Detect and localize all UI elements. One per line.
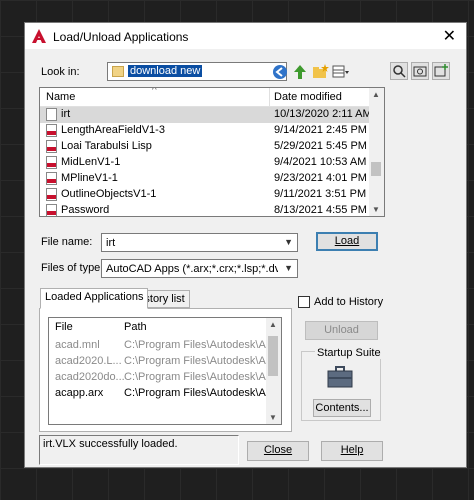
autocad-logo-icon [32,29,46,43]
tab-loaded-applications[interactable]: Loaded Applications [40,288,149,309]
locate-icon[interactable] [411,62,429,80]
chevron-down-icon: ▼ [284,263,293,273]
file-row[interactable]: OutlineObjectsV1-1 9/11/2021 3:51 PM [40,187,370,203]
status-message-box: irt.VLX successfully loaded. [39,435,239,465]
lsp-file-icon [46,140,57,153]
file-list[interactable]: Name ^ Date modified irt 10/13/2020 2:11… [39,87,385,217]
up-one-level-icon[interactable] [291,63,309,81]
lsp-file-icon [46,124,57,137]
scroll-up-icon[interactable]: ▲ [269,320,277,329]
files-of-type-dropdown[interactable]: AutoCAD Apps (*.arx;*.crx;*.lsp;*.dvb;*.… [101,259,298,278]
file-row[interactable]: Loai Tarabulsi Lisp 5/29/2021 5:45 PM [40,139,370,155]
look-in-dropdown[interactable]: download new ▼ [107,62,287,81]
file-name-label: File name: [41,236,93,248]
add-icon[interactable] [432,62,450,80]
load-button[interactable]: Load [316,232,378,251]
new-folder-icon[interactable] [311,63,329,81]
scroll-up-icon[interactable]: ▲ [372,90,380,99]
lsp-file-icon [46,156,57,169]
lsp-file-icon [46,172,57,185]
loaded-list-header: File Path [49,320,267,336]
scroll-thumb[interactable] [371,162,381,176]
column-path[interactable]: Path [124,321,147,333]
unload-button[interactable]: Unload [305,321,378,340]
vlx-file-icon [46,108,57,121]
list-item[interactable]: acad2020do... C:\Program Files\Autodesk\… [49,370,267,386]
lsp-file-icon [46,188,57,201]
loaded-applications-list[interactable]: File Path acad.mnl C:\Program Files\Auto… [48,317,282,425]
help-button[interactable]: Help [321,441,383,461]
title-bar: Load/Unload Applications ✕ [25,23,466,49]
chevron-down-icon: ▼ [284,237,293,247]
add-to-history-label: Add to History [314,296,384,308]
folder-icon [112,66,124,77]
column-date-modified[interactable]: Date modified [274,91,342,103]
loaded-list-scrollbar[interactable]: ▲ ▼ [266,318,281,424]
file-row[interactable]: MPlineV1-1 9/23/2021 4:01 PM [40,171,370,187]
file-row[interactable]: irt 10/13/2020 2:11 AM [40,107,372,123]
status-message: irt.VLX successfully loaded. [43,438,178,450]
lsp-file-icon [46,204,57,216]
close-window-icon[interactable]: ✕ [443,26,456,46]
briefcase-icon [327,366,353,388]
find-icon[interactable] [390,62,408,80]
files-of-type-value: AutoCAD Apps (*.arx;*.crx;*.lsp;*.dvb;*.… [106,263,278,275]
column-name[interactable]: Name [46,91,75,103]
file-list-header: Name ^ Date modified [40,88,384,107]
file-row[interactable]: Password 8/13/2021 4:55 PM [40,203,370,216]
close-button[interactable]: Close [247,441,309,461]
file-row[interactable]: LengthAreaFieldV1-3 9/14/2021 2:45 PM [40,123,370,139]
view-menu-icon[interactable] [331,63,349,81]
file-row[interactable]: MidLenV1-1 9/4/2021 10:53 AM [40,155,370,171]
scroll-thumb[interactable] [268,336,278,376]
sort-ascending-icon: ^ [152,87,157,96]
file-name-input[interactable]: irt ▼ [101,233,298,252]
list-item[interactable]: acad2020.L... C:\Program Files\Autodesk\… [49,354,267,370]
look-in-value: download new [128,65,203,77]
dialog-title: Load/Unload Applications [53,30,189,44]
look-in-label: Look in: [41,66,80,78]
list-item[interactable]: acad.mnl C:\Program Files\Autodesk\AutoC… [49,338,267,354]
add-to-history-checkbox[interactable] [298,296,310,308]
file-list-scrollbar[interactable]: ▲ ▼ [369,88,384,216]
file-name-value: irt [106,237,116,249]
column-file[interactable]: File [55,321,73,333]
files-of-type-label: Files of type: [41,262,104,274]
back-icon[interactable] [271,63,289,81]
loaded-applications-panel: File Path acad.mnl C:\Program Files\Auto… [39,308,292,432]
scroll-down-icon[interactable]: ▼ [372,205,380,214]
list-item[interactable]: acapp.arx C:\Program Files\Autodesk\Auto… [49,386,267,402]
load-unload-dialog: Load/Unload Applications ✕ Look in: down… [24,22,467,468]
startup-suite-label: Startup Suite [315,347,383,359]
scroll-down-icon[interactable]: ▼ [269,413,277,422]
contents-button[interactable]: Contents... [313,399,371,417]
